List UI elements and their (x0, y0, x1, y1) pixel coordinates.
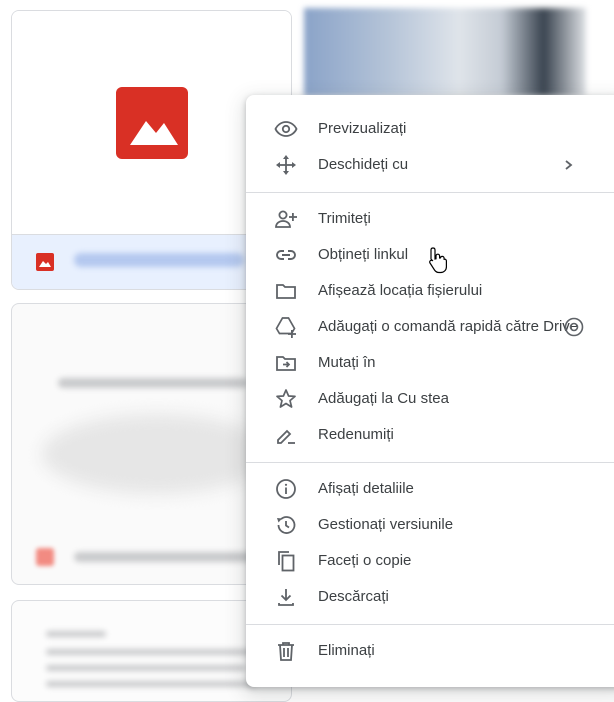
person-add-icon (274, 207, 298, 231)
hand-cursor-icon (426, 245, 452, 275)
menu-item-download[interactable]: Descărcați (246, 579, 614, 615)
menu-item-label: Eliminați (318, 642, 375, 659)
open-with-icon (274, 153, 298, 177)
menu-item-details[interactable]: Afișați detaliile (246, 471, 614, 507)
image-type-icon (36, 253, 54, 271)
copy-icon (274, 549, 298, 573)
image-file-icon (116, 87, 188, 159)
file-card-thumbnail[interactable] (304, 8, 586, 96)
blurred-filename (74, 253, 244, 267)
menu-item-copy[interactable]: Faceți o copie (246, 543, 614, 579)
menu-item-label: Gestionați versiunile (318, 516, 454, 533)
drive-add-icon (274, 315, 298, 339)
help-icon[interactable] (564, 317, 584, 337)
menu-item-label: Adăugați o comandă rapidă către Drive (318, 318, 579, 335)
star-icon (274, 387, 298, 411)
menu-item-label: Previzualizați (318, 120, 407, 137)
pdf-type-icon (36, 548, 54, 566)
info-icon (274, 477, 298, 501)
menu-item-label: Obțineți linkul (318, 246, 409, 263)
menu-item-add-shortcut[interactable]: Adăugați o comandă rapidă către Drive (246, 309, 614, 345)
blurred-title (58, 378, 248, 388)
menu-item-label: Descărcați (318, 588, 389, 605)
chevron-right-icon (560, 155, 578, 175)
menu-item-label: Deschideți cu (318, 156, 409, 173)
menu-item-label: Faceți o copie (318, 552, 412, 569)
menu-item-label: Redenumiți (318, 426, 394, 443)
trash-icon (274, 639, 298, 663)
menu-item-remove[interactable]: Eliminați (246, 633, 614, 669)
menu-item-rename[interactable]: Redenumiți (246, 417, 614, 453)
menu-item-show-location[interactable]: Afișează locația fișierului (246, 273, 614, 309)
blurred-text (46, 649, 266, 655)
move-to-folder-icon (274, 351, 298, 375)
menu-item-label: Afișați detaliile (318, 480, 414, 497)
eye-icon (274, 117, 298, 141)
history-icon (274, 513, 298, 537)
menu-item-label: Mutați în (318, 354, 376, 371)
download-icon (274, 585, 298, 609)
blurred-preview (42, 414, 272, 494)
menu-item-label: Afișează locația fișierului (318, 282, 483, 299)
context-menu: Previzualizați Deschideți cu Trimiteți O… (246, 95, 614, 687)
menu-item-versions[interactable]: Gestionați versiunile (246, 507, 614, 543)
menu-divider (246, 462, 614, 463)
menu-item-label: Adăugați la Cu stea (318, 390, 449, 407)
menu-item-star[interactable]: Adăugați la Cu stea (246, 381, 614, 417)
menu-item-move-to[interactable]: Mutați în (246, 345, 614, 381)
folder-icon (274, 279, 298, 303)
blurred-text (46, 631, 106, 637)
menu-item-open-with[interactable]: Deschideți cu (246, 147, 614, 183)
menu-item-label: Trimiteți (318, 210, 371, 227)
menu-divider (246, 624, 614, 625)
menu-divider (246, 192, 614, 193)
menu-item-share[interactable]: Trimiteți (246, 201, 614, 237)
blurred-text (46, 681, 256, 687)
link-icon (274, 243, 298, 267)
menu-item-preview[interactable]: Previzualizați (246, 111, 614, 147)
blurred-filename (74, 552, 274, 562)
rename-pencil-icon (274, 423, 298, 447)
blurred-text (46, 665, 246, 671)
